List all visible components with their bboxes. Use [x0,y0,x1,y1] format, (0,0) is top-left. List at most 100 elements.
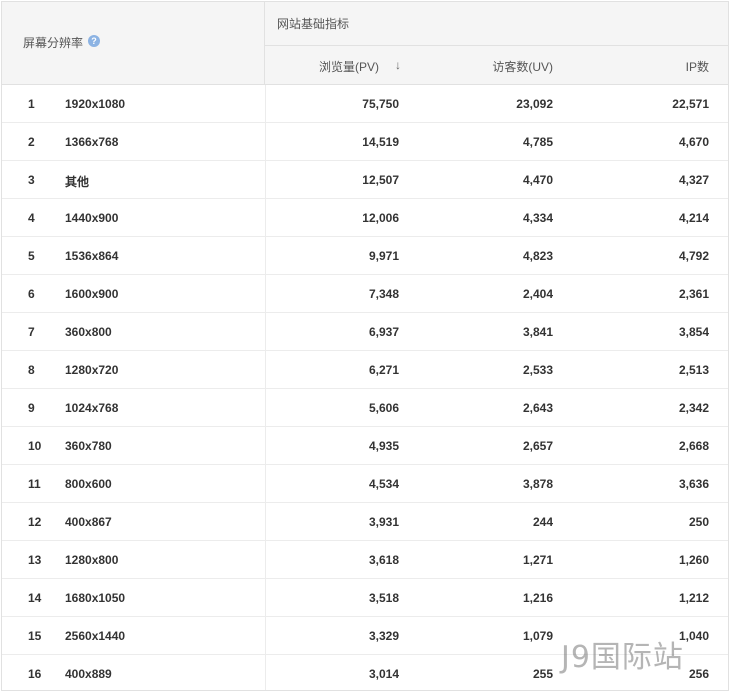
resolution-cell: 其他 [65,175,90,189]
table-row: 13 1280x800 3,618 1,271 1,260 [2,541,728,579]
table-row: 8 1280x720 6,271 2,533 2,513 [2,351,728,389]
pv-cell: 7,348 [368,287,399,301]
pv-cell: 4,534 [368,477,399,491]
pv-cell: 9,971 [368,249,399,263]
table-row: 14 1680x1050 3,518 1,216 1,212 [2,579,728,617]
row-index: 4 [28,211,35,225]
ip-cell: 256 [688,667,709,681]
row-index: 1 [28,97,35,111]
resolution-cell: 1440x900 [65,211,119,225]
row-index: 3 [28,173,35,187]
table-row: 1 1920x1080 75,750 23,092 22,571 [2,85,728,123]
resolution-column-header: 屏幕分辨率 ? [2,2,265,84]
table-row: 3 其他 12,507 4,470 4,327 [2,161,728,199]
resolution-cell: 360x780 [65,439,112,453]
pv-cell: 12,006 [362,211,399,225]
row-index: 14 [28,591,42,605]
uv-cell: 1,216 [522,591,553,605]
uv-cell: 255 [532,667,553,681]
column-divider [265,199,266,237]
table-row: 5 1536x864 9,971 4,823 4,792 [2,237,728,275]
uv-cell: 2,643 [522,401,553,415]
column-divider [265,503,266,541]
ip-cell: 4,670 [678,135,709,149]
column-divider [265,655,266,690]
pv-cell: 5,606 [368,401,399,415]
table-row: 7 360x800 6,937 3,841 3,854 [2,313,728,351]
ip-cell: 2,668 [678,439,709,453]
ip-cell: 4,327 [678,173,709,187]
resolution-cell: 360x800 [65,325,112,339]
row-index: 9 [28,401,35,415]
ip-cell: 3,854 [678,325,709,339]
ip-cell: 250 [688,515,709,529]
table-row: 11 800x600 4,534 3,878 3,636 [2,465,728,503]
table-body: 1 1920x1080 75,750 23,092 22,571 2 1366x768 1 4,… [2,85,728,690]
uv-cell: 1,271 [522,553,553,567]
uv-cell: 1,079 [522,629,553,643]
row-index: 16 [28,667,42,681]
uv-cell: 4,785 [522,135,553,149]
ip-column-header[interactable]: IP数 [686,58,709,75]
row-index: 8 [28,363,35,377]
watermark: J9国际站 [561,640,684,675]
uv-cell: 2,533 [522,363,553,377]
ip-cell: 2,342 [678,401,709,415]
row-index: 5 [28,249,35,263]
column-divider [265,617,266,655]
row-index: 6 [28,287,35,301]
ip-cell: 1,212 [678,591,709,605]
column-divider [265,465,266,503]
pv-cell: 3,518 [368,591,399,605]
uv-cell: 4,470 [522,173,553,187]
pv-column-header[interactable]: 浏览量(PV) [319,58,379,75]
uv-cell: 2,404 [522,287,553,301]
ip-cell: 3,636 [678,477,709,491]
uv-column-header[interactable]: 访客数(UV) [492,58,553,75]
resolution-cell: 1366x768 [65,135,119,149]
row-index: 12 [28,515,42,529]
uv-cell: 3,841 [522,325,553,339]
ip-cell: 22,571 [672,97,709,111]
resolution-cell: 1280x800 [65,553,119,567]
column-divider [265,123,266,161]
column-divider [265,275,266,313]
uv-cell: 2,657 [522,439,553,453]
pv-cell: 75,750 [362,97,399,111]
resolution-cell: 1680x1050 [65,591,126,605]
column-divider [265,237,266,275]
ip-cell: 4,214 [678,211,709,225]
uv-cell: 23,092 [516,97,553,111]
pv-cell: 4,935 [368,439,399,453]
sort-descending-icon[interactable]: ↓ [395,58,401,72]
resolution-cell: 800x600 [65,477,112,491]
column-divider [265,427,266,465]
table-row: 9 1024x768 5,606 2,643 2,342 [2,389,728,427]
table-header: 屏幕分辨率 ? 网站基础指标 浏览量(PV) ↓ 访客数(UV) IP数 [2,2,728,85]
pv-cell: 3,618 [368,553,399,567]
pv-cell: 3,329 [368,629,399,643]
help-icon[interactable]: ? [88,35,100,47]
pv-cell: 6,271 [368,363,399,377]
ip-cell: 4,792 [678,249,709,263]
resolution-cell: 2560x1440 [65,629,126,643]
row-index: 13 [28,553,42,567]
uv-cell: 4,334 [522,211,553,225]
column-divider [265,541,266,579]
uv-cell: 244 [532,515,553,529]
column-divider [265,389,266,427]
pv-cell: 12,507 [362,173,399,187]
column-divider [265,161,266,199]
row-index: 11 [28,477,41,491]
resolution-stats-table: 屏幕分辨率 ? 网站基础指标 浏览量(PV) ↓ 访客数(UV) IP数 1 19… [1,1,729,691]
table-row: 12 400x867 3,931 244 250 [2,503,728,541]
row-index: 15 [28,629,42,643]
resolution-cell: 1920x1080 [65,97,126,111]
column-divider [265,313,266,351]
ip-cell: 2,361 [678,287,709,301]
pv-cell: 6,937 [368,325,399,339]
table-row: 2 1366x768 14,519 4,785 4,670 [2,123,728,161]
row-index: 2 [28,135,35,149]
table-row: 10 360x780 4,935 2,657 2,668 [2,427,728,465]
resolution-cell: 1600x900 [65,287,119,301]
